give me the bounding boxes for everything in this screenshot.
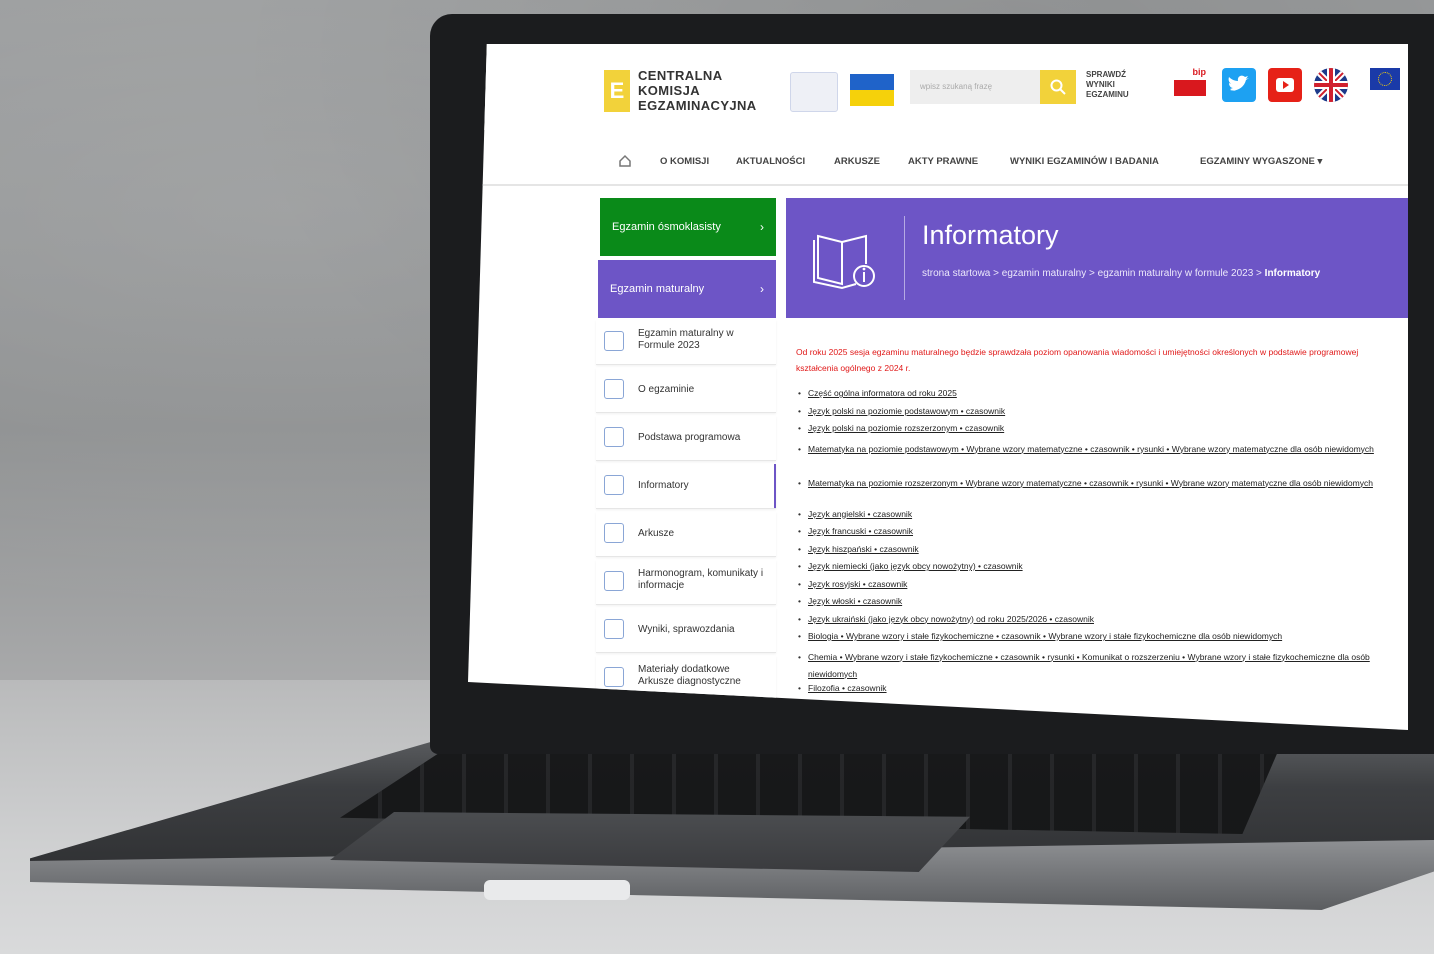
sheet-icon [604, 523, 624, 543]
page-title: Informatory [922, 220, 1059, 250]
check-results-link[interactable]: SPRAWDŹ WYNIKI EGZAMINU [1086, 70, 1146, 100]
sidebar-item-matura[interactable]: Egzamin maturalny › [598, 260, 776, 318]
report-icon [604, 619, 624, 639]
sidebar-item-podstawa[interactable]: Podstawa programowa [596, 416, 776, 461]
laptop-front-notch [484, 880, 630, 900]
partner-logo-icon[interactable] [790, 72, 838, 112]
site-header: E CENTRALNA KOMISJA EGZAMINACYJNA wpisz … [468, 44, 1408, 130]
nav-item-wyniki[interactable]: WYNIKI EGZAMINÓW I BADANIA [1010, 156, 1159, 167]
materials-icon [604, 667, 624, 687]
twitter-icon[interactable] [1222, 68, 1256, 102]
page-banner: Informatory strona startowa > egzamin ma… [786, 198, 1408, 318]
bip-icon[interactable]: bip [1174, 67, 1208, 102]
cke-logo-mark[interactable]: E [604, 70, 630, 112]
list-item[interactable]: Filozofia • czasownik [798, 683, 1388, 701]
sidebar-item-arkusze[interactable]: Arkusze [596, 512, 776, 557]
list-item[interactable]: Język polski na poziomie podstawowym • c… [798, 406, 1388, 424]
sidebar-item-o-egzaminie[interactable]: O egzaminie [596, 368, 776, 413]
book-info-icon [813, 234, 875, 290]
nav-item-akty-prawne[interactable]: AKTY PRAWNE [908, 156, 978, 167]
calendar-icon [604, 379, 624, 399]
chevron-right-icon: › [760, 282, 764, 296]
list-item[interactable]: Matematyka na poziomie podstawowym • Wyb… [798, 441, 1388, 475]
list-item[interactable]: Język ukraiński (jako język obcy nowożyt… [798, 614, 1388, 632]
youtube-icon[interactable] [1268, 68, 1302, 102]
nav-divider [468, 184, 1408, 186]
sidebar-item-harmonogram[interactable]: Harmonogram, komunikaty i informacje [596, 560, 776, 605]
search-icon [1050, 79, 1066, 95]
list-item[interactable]: Język angielski • czasownik [798, 509, 1388, 527]
main-nav: O KOMISJI AKTUALNOŚCI ARKUSZE AKTY PRAWN… [468, 144, 1408, 184]
cke-logo-text[interactable]: CENTRALNA KOMISJA EGZAMINACYJNA [638, 68, 778, 113]
nav-item-aktualnosci[interactable]: AKTUALNOŚCI [736, 156, 805, 167]
active-indicator [774, 464, 776, 508]
list-item[interactable]: Język hiszpański • czasownik [798, 544, 1388, 562]
uk-flag-icon[interactable] [1314, 68, 1348, 102]
informator-list: Część ogólna informatora od roku 2025 Ję… [798, 388, 1388, 701]
nav-item-o-komisji[interactable]: O KOMISJI [660, 156, 709, 167]
list-item[interactable]: Język włoski • czasownik [798, 596, 1388, 614]
ukraine-flag-icon[interactable] [850, 74, 894, 106]
list-item[interactable]: Język rosyjski • czasownik [798, 579, 1388, 597]
nav-item-egzaminy-wygaszone[interactable]: EGZAMINY WYGASZONE ▾ [1200, 156, 1322, 167]
list-item[interactable]: Chemia • Wybrane wzory i stałe fizykoche… [798, 649, 1388, 683]
schedule-icon [604, 571, 624, 591]
chevron-right-icon: › [760, 220, 764, 234]
list-item[interactable]: Część ogólna informatora od roku 2025 [798, 388, 1388, 406]
search-button[interactable] [1040, 70, 1076, 104]
document-icon [604, 331, 624, 351]
list-item[interactable]: Język niemiecki (jako język obcy nowożyt… [798, 561, 1388, 579]
nav-item-arkusze[interactable]: ARKUSZE [834, 156, 880, 167]
sidebar-item-informatory[interactable]: Informatory [596, 464, 776, 509]
list-item[interactable]: Język polski na poziomie rozszerzonym • … [798, 423, 1388, 441]
banner-divider [904, 216, 905, 300]
breadcrumb[interactable]: strona startowa > egzamin maturalny > eg… [922, 268, 1320, 279]
list-item[interactable]: Matematyka na poziomie rozszerzonym • Wy… [798, 475, 1388, 509]
book-icon [604, 475, 624, 495]
formula-notice: Od roku 2025 sesja egzaminu maturalnego … [796, 347, 1359, 373]
laptop-screen: E CENTRALNA KOMISJA EGZAMINACYJNA wpisz … [468, 44, 1408, 730]
sidebar-item-wyniki[interactable]: Wyniki, sprawozdania [596, 608, 776, 653]
home-icon[interactable] [618, 154, 632, 168]
chart-icon [604, 427, 624, 447]
search-input[interactable]: wpisz szukaną frazę [910, 70, 1040, 104]
eu-flag-icon[interactable] [1370, 68, 1400, 90]
sidebar-item-formula-2023[interactable]: Egzamin maturalny w Formule 2023 [596, 320, 776, 365]
list-item[interactable]: Język francuski • czasownik [798, 526, 1388, 544]
sidebar-item-exam8[interactable]: Egzamin ósmoklasisty › [600, 198, 776, 256]
list-item[interactable]: Biologia • Wybrane wzory i stałe fizykoc… [798, 631, 1388, 649]
